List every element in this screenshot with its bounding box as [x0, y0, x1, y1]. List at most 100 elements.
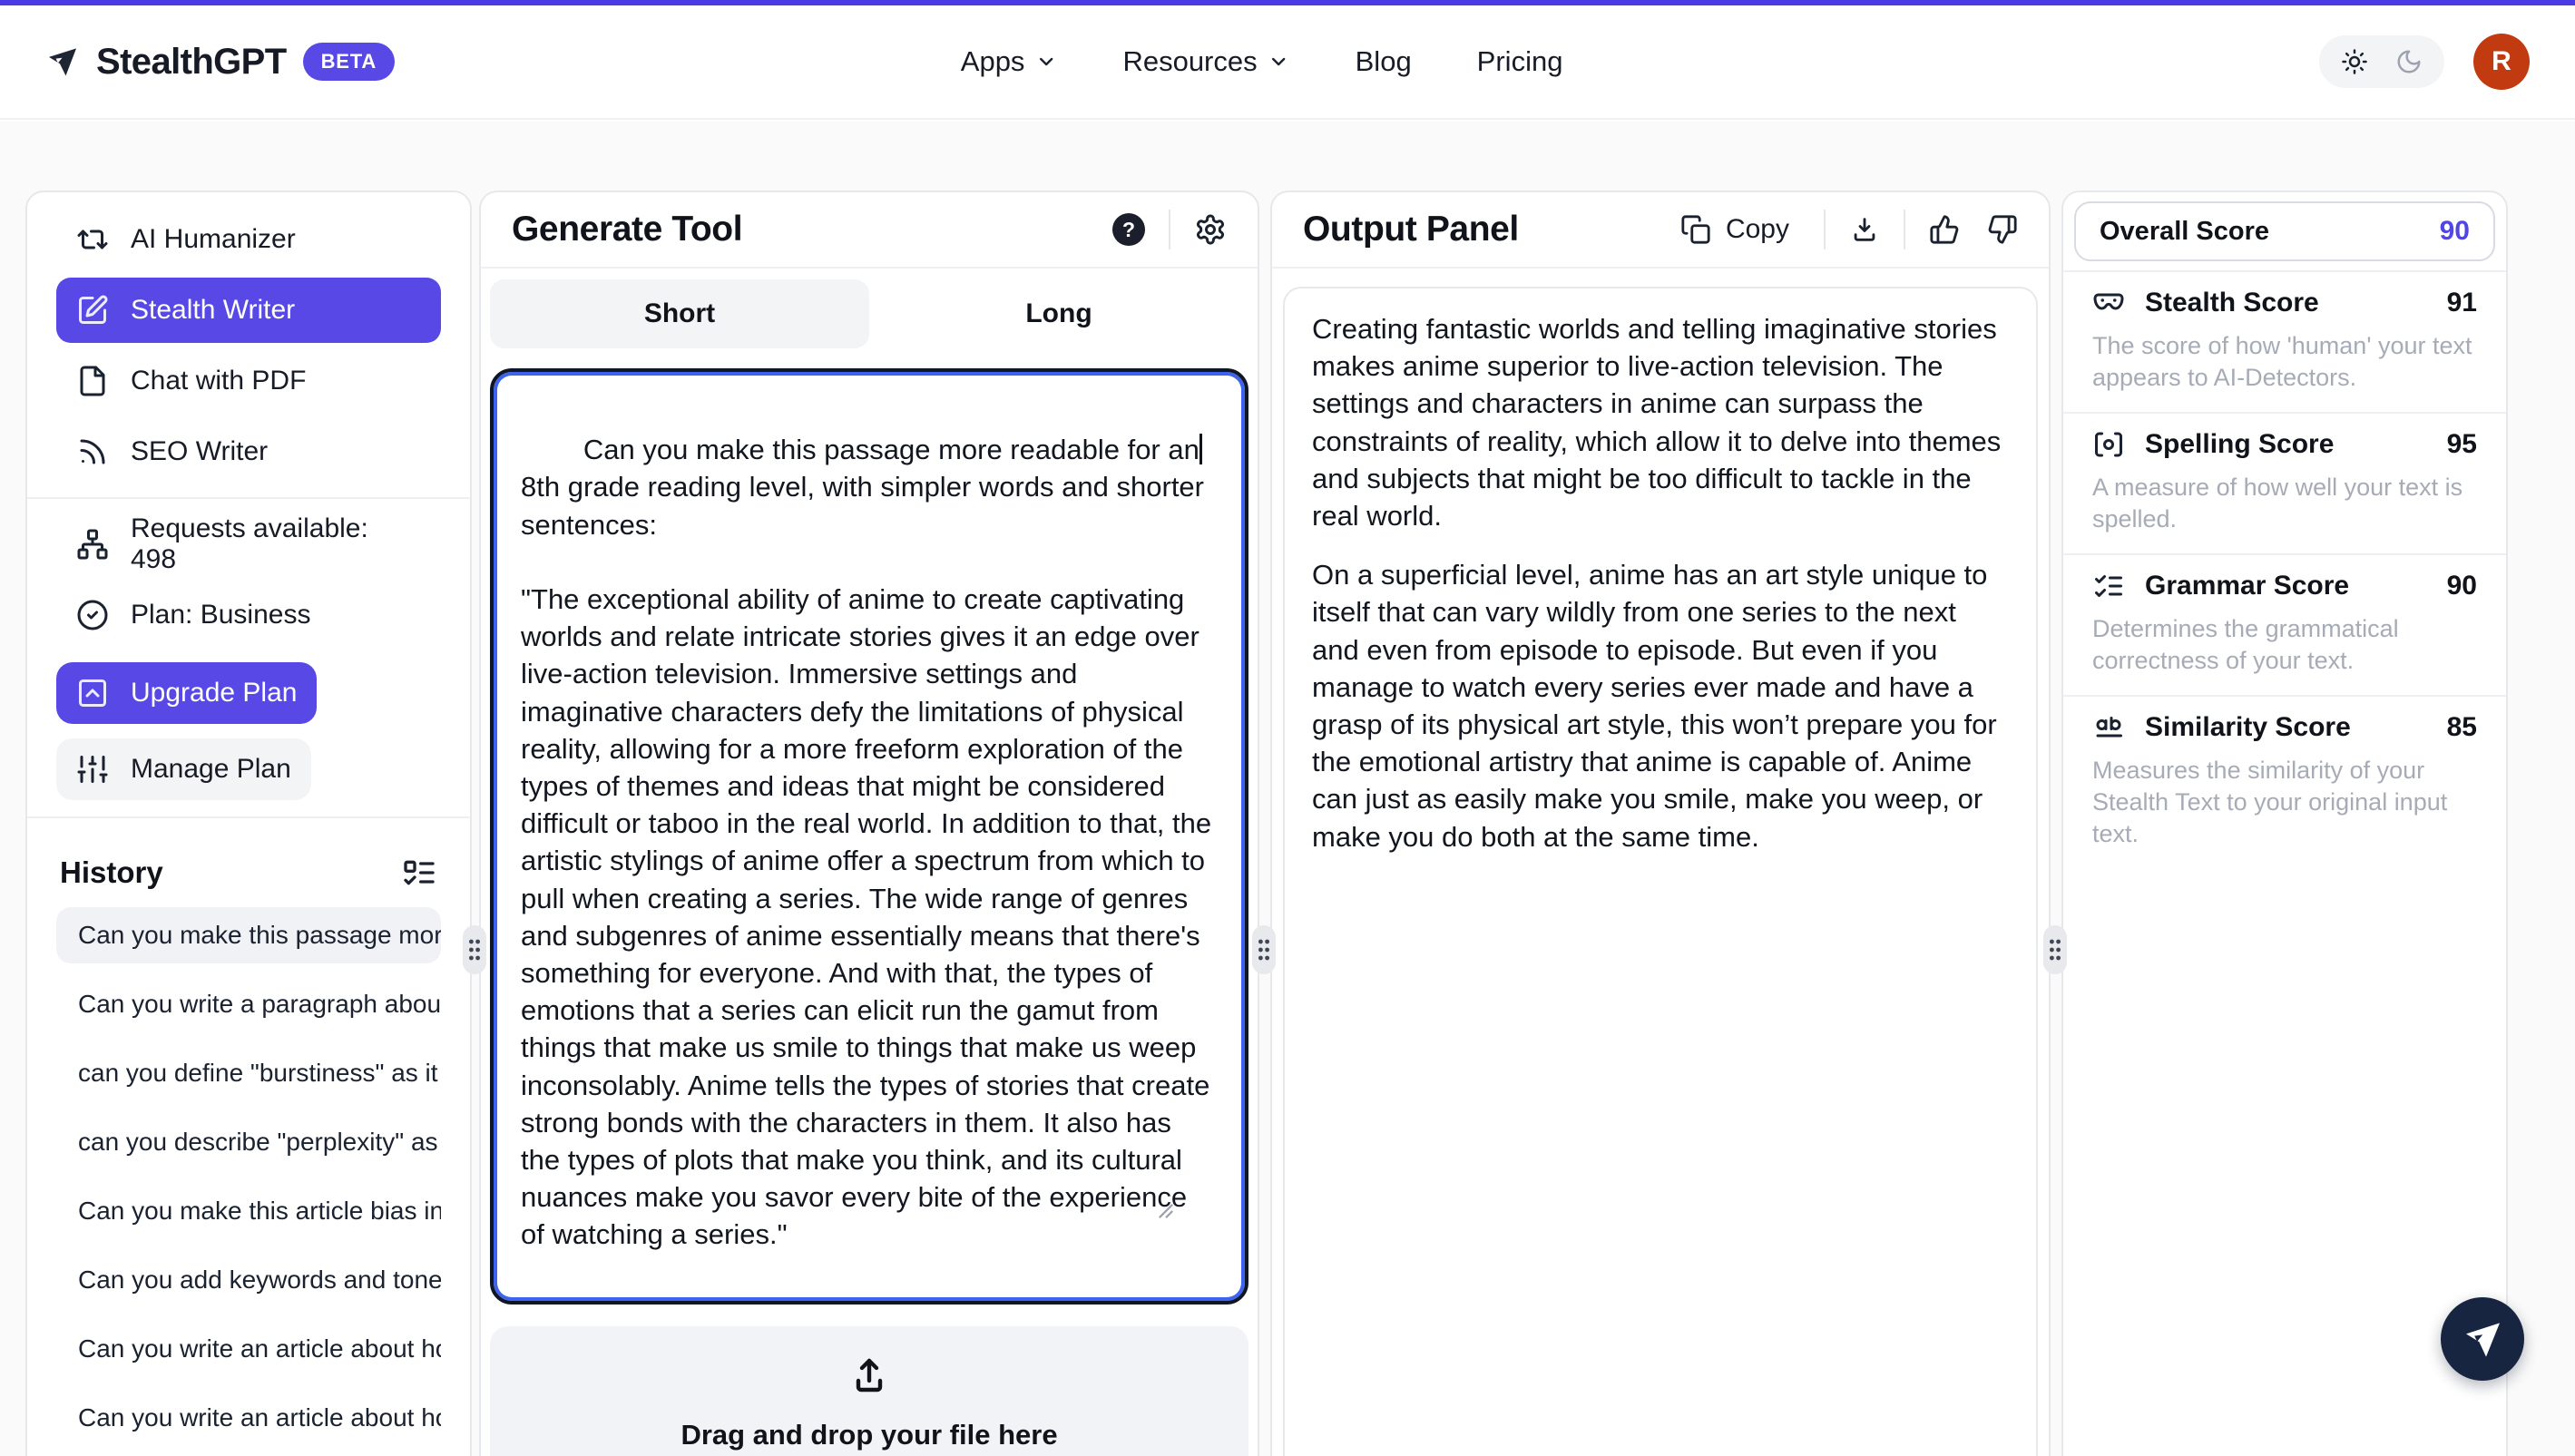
- plan-row: Plan: Business: [56, 582, 441, 648]
- sidebar-item-seo-writer[interactable]: SEO Writer: [56, 419, 441, 484]
- tab-long[interactable]: Long: [869, 279, 1248, 348]
- divider: [1824, 210, 1826, 249]
- history-item[interactable]: can you define "burstiness" as it ...: [56, 1045, 441, 1101]
- thumbs-up-icon[interactable]: [1929, 214, 1960, 245]
- upgrade-plan-button[interactable]: Upgrade Plan: [56, 662, 317, 724]
- similarity-score-row: Similarity Score 85 Measures the similar…: [2063, 697, 2506, 868]
- gear-icon[interactable]: [1194, 213, 1227, 246]
- spell-check-icon: [2092, 428, 2125, 461]
- content-area: AI Humanizer Stealth Writer Chat with PD…: [0, 122, 2575, 1456]
- output-panel-title: Output Panel: [1303, 210, 1519, 249]
- file-dropzone[interactable]: Drag and drop your file here: [490, 1326, 1248, 1456]
- list-todo-icon[interactable]: [401, 855, 437, 891]
- overall-score-value: 90: [2440, 216, 2470, 247]
- repeat-icon: [76, 223, 109, 256]
- history-item[interactable]: Can you write an article about ho...: [56, 1321, 441, 1377]
- stealth-score-row: Stealth Score 91 The score of how 'human…: [2063, 272, 2506, 414]
- generate-header-tools: ?: [1112, 210, 1227, 249]
- moon-icon: [2395, 48, 2423, 75]
- panel-resize-handle[interactable]: [2043, 925, 2067, 974]
- history-item[interactable]: Can you make this article bias in f...: [56, 1183, 441, 1239]
- tab-short[interactable]: Short: [490, 279, 869, 348]
- nav-apps[interactable]: Apps: [961, 45, 1058, 78]
- beta-badge: BETA: [303, 43, 395, 81]
- scores-panel: Overall Score 90 Stealth Score 91 The sc…: [2061, 191, 2508, 1456]
- nav-blog[interactable]: Blog: [1356, 45, 1412, 78]
- divider: [1904, 210, 1905, 249]
- upload-icon: [847, 1353, 891, 1397]
- copy-button[interactable]: Copy: [1669, 212, 1800, 247]
- output-text: Creating fantastic worlds and telling im…: [1283, 287, 2038, 1456]
- divider: [27, 816, 470, 818]
- output-paragraph: On a superficial level, anime has an art…: [1312, 556, 2009, 855]
- list-checks-icon: [2092, 570, 2125, 602]
- generate-panel-header: Generate Tool ?: [481, 192, 1258, 269]
- feedback-buttons: [1929, 214, 2018, 245]
- header-right: R: [2319, 34, 2530, 90]
- theme-toggle[interactable]: [2319, 35, 2444, 88]
- history-title: History: [60, 855, 163, 890]
- output-paragraph: Creating fantastic worlds and telling im…: [1312, 310, 2009, 534]
- history-item[interactable]: Can you make this passage more ...: [56, 907, 441, 963]
- help-icon[interactable]: ?: [1112, 213, 1145, 246]
- sidebar: AI Humanizer Stealth Writer Chat with PD…: [25, 191, 472, 1456]
- brand[interactable]: StealthGPT BETA: [45, 42, 395, 83]
- history-item[interactable]: Can you write an article about ho...: [56, 1390, 441, 1446]
- divider: [27, 497, 470, 499]
- grammar-score-row: Grammar Score 90 Determines the grammati…: [2063, 555, 2506, 697]
- mask-icon: [2092, 287, 2125, 319]
- download-icon[interactable]: [1849, 214, 1880, 245]
- overall-score-label: Overall Score: [2100, 217, 2269, 247]
- history-header: History: [27, 831, 470, 902]
- spelling-score-description: A measure of how well your text is spell…: [2092, 472, 2477, 535]
- history-item[interactable]: can you describe "perplexity" as i...: [56, 1114, 441, 1170]
- header: StealthGPT BETA Apps Resources Blog Pric…: [0, 5, 2575, 120]
- output-panel-header: Output Panel Copy: [1272, 192, 2049, 269]
- plan-label: Plan: Business: [131, 600, 310, 630]
- panel-resize-handle[interactable]: [463, 925, 486, 974]
- stealthgpt-fab[interactable]: [2441, 1297, 2524, 1381]
- copy-icon: [1680, 214, 1711, 245]
- panel-resize-handle[interactable]: [1252, 925, 1276, 974]
- sidebar-item-label: Stealth Writer: [131, 295, 295, 326]
- account-info: Requests available: 498 Plan: Business: [27, 512, 470, 648]
- paper-plane-logo-icon: [45, 44, 80, 79]
- stealth-score-description: The score of how 'human' your text appea…: [2092, 330, 2477, 394]
- sidebar-item-label: Chat with PDF: [131, 366, 306, 396]
- history-item[interactable]: Can you add keywords and tone t...: [56, 1252, 441, 1308]
- nav-pricing[interactable]: Pricing: [1477, 45, 1563, 78]
- generate-panel: Generate Tool ? Short Long Can you make …: [479, 191, 1259, 1456]
- prompt-input[interactable]: Can you make this passage more readable …: [490, 368, 1248, 1305]
- network-icon: [76, 528, 109, 561]
- dropzone-label: Drag and drop your file here: [680, 1419, 1057, 1451]
- output-header-tools: Copy: [1669, 210, 2018, 249]
- stealth-score-value: 91: [2447, 288, 2477, 318]
- history-list: Can you make this passage more ... Can y…: [27, 902, 470, 1456]
- history-item[interactable]: Can you write a paragraph about ...: [56, 976, 441, 1032]
- tool-list: AI Humanizer Stealth Writer Chat with PD…: [27, 192, 470, 484]
- overall-score-pill: Overall Score 90: [2074, 201, 2495, 261]
- requests-available-row: Requests available: 498: [56, 512, 441, 577]
- stealthgpt-app: StealthGPT BETA Apps Resources Blog Pric…: [0, 0, 2575, 1456]
- whole-word-icon: [2092, 711, 2125, 744]
- manage-plan-button[interactable]: Manage Plan: [56, 738, 311, 800]
- sidebar-item-label: AI Humanizer: [131, 224, 296, 255]
- thumbs-down-icon[interactable]: [1987, 214, 2018, 245]
- sidebar-item-stealth-writer[interactable]: Stealth Writer: [56, 278, 441, 343]
- sliders-icon: [76, 753, 109, 786]
- spelling-score-row: Spelling Score 95 A measure of how well …: [2063, 414, 2506, 555]
- resize-handle-icon[interactable]: [1158, 1128, 1236, 1294]
- brand-name: StealthGPT: [96, 42, 287, 83]
- sidebar-item-chat-with-pdf[interactable]: Chat with PDF: [56, 348, 441, 414]
- avatar[interactable]: R: [2473, 34, 2530, 90]
- sun-icon: [2341, 48, 2368, 75]
- requests-available-label: Requests available: 498: [131, 513, 421, 575]
- overall-score-section: Overall Score 90: [2063, 192, 2506, 272]
- stealth-score-label: Stealth Score: [2145, 288, 2319, 318]
- prompt-text-before-caret: Can you make this passage more readable …: [583, 434, 1199, 465]
- sidebar-item-ai-humanizer[interactable]: AI Humanizer: [56, 207, 441, 272]
- similarity-score-description: Measures the similarity of your Stealth …: [2092, 755, 2477, 850]
- divider: [1169, 210, 1170, 249]
- nav-resources[interactable]: Resources: [1122, 45, 1289, 78]
- rss-icon: [76, 435, 109, 468]
